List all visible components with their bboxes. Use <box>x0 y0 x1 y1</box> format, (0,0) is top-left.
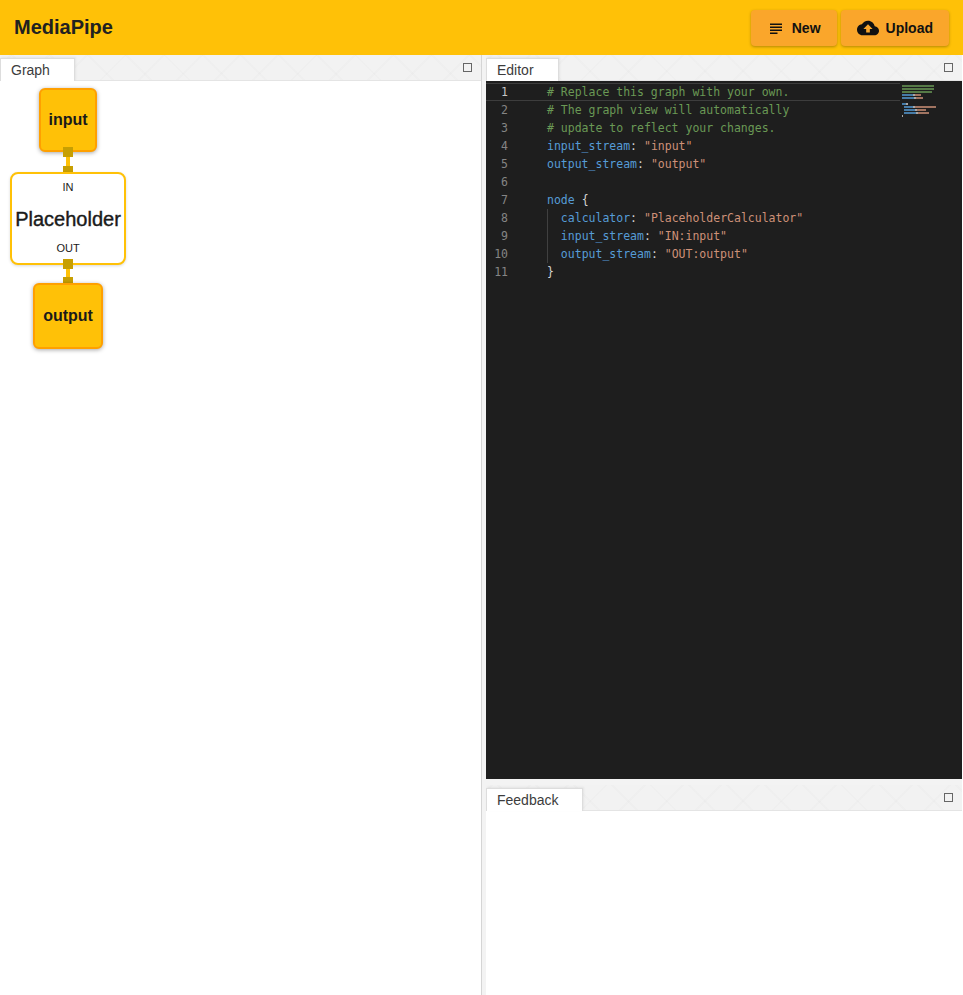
code-text: input_stream: "IN:input" <box>547 227 727 245</box>
tab-feedback-label: Feedback <box>497 792 558 808</box>
new-button-label: New <box>792 20 821 36</box>
port-connector <box>63 147 73 157</box>
line-number: 8 <box>486 209 508 227</box>
tab-graph[interactable]: Graph <box>0 58 75 81</box>
line-number: 9 <box>486 227 508 245</box>
placeholder-out-port: OUT <box>12 242 124 254</box>
graph-panel: Graph input IN Placeholder OUT output <box>0 55 482 995</box>
new-button[interactable]: New <box>751 10 837 46</box>
line-number: 5 <box>486 155 508 173</box>
code-text: output_stream: "OUT:output" <box>547 245 748 263</box>
graph-maximize-icon[interactable] <box>463 63 472 72</box>
line-number: 1 <box>486 84 508 100</box>
code-line[interactable]: 2 # The graph view will automatically <box>486 101 900 119</box>
tab-editor[interactable]: Editor <box>486 58 559 81</box>
code-line[interactable]: 7 node { <box>486 191 900 209</box>
code-line[interactable]: 6 <box>486 173 900 191</box>
graph-node-input[interactable]: input <box>39 88 97 152</box>
feedback-tabbar: Feedback <box>486 785 962 811</box>
main-content: Graph input IN Placeholder OUT output E <box>0 55 963 995</box>
feedback-maximize-icon[interactable] <box>944 793 953 802</box>
code-line[interactable]: 10 output_stream: "OUT:output" <box>486 245 900 263</box>
upload-button-label: Upload <box>886 20 933 36</box>
code-text: # Replace this graph with your own. <box>547 84 789 100</box>
line-number: 7 <box>486 191 508 209</box>
editor-tabbar: Editor <box>486 55 962 81</box>
placeholder-title: Placeholder <box>12 207 124 230</box>
code-editor[interactable]: 1 # Replace this graph with your own. 2 # T… <box>486 81 962 779</box>
code-text: } <box>547 263 554 281</box>
code-text: # update to reflect your changes. <box>547 119 775 137</box>
graph-tabbar: Graph <box>0 55 481 81</box>
header-actions: New Upload <box>751 10 949 46</box>
minimap[interactable] <box>902 85 942 118</box>
code-line[interactable]: 8 calculator: "PlaceholderCalculator" <box>486 209 900 227</box>
right-column: Editor 1 # Replace this graph with your o… <box>486 55 962 995</box>
feedback-content <box>486 811 962 995</box>
code-line[interactable]: 1 # Replace this graph with your own. <box>486 83 900 101</box>
port-connector <box>63 259 73 269</box>
tab-graph-label: Graph <box>11 62 50 78</box>
code-line[interactable]: 5 output_stream: "output" <box>486 155 900 173</box>
code-text: # The graph view will automatically <box>547 101 789 119</box>
code-line[interactable]: 9 input_stream: "IN:input" <box>486 227 900 245</box>
feedback-panel: Feedback <box>486 785 962 995</box>
tab-feedback[interactable]: Feedback <box>486 788 583 811</box>
editor-panel: Editor 1 # Replace this graph with your o… <box>486 55 962 779</box>
code-text: output_stream: "output" <box>547 155 706 173</box>
tab-editor-label: Editor <box>497 62 534 78</box>
graph-node-placeholder[interactable]: IN Placeholder OUT <box>10 172 126 265</box>
line-number: 6 <box>486 173 508 191</box>
line-number: 10 <box>486 245 508 263</box>
code-text: input_stream: "input" <box>547 137 692 155</box>
cloud-upload-icon <box>857 17 879 39</box>
code-text: calculator: "PlaceholderCalculator" <box>547 209 803 227</box>
placeholder-in-port: IN <box>12 181 124 193</box>
code-lines: 1 # Replace this graph with your own. 2 # T… <box>486 83 900 281</box>
upload-button[interactable]: Upload <box>841 10 949 46</box>
graph-node-output[interactable]: output <box>33 283 103 349</box>
code-line[interactable]: 3 # update to reflect your changes. <box>486 119 900 137</box>
graph-canvas[interactable]: input IN Placeholder OUT output <box>0 81 481 995</box>
line-number: 3 <box>486 119 508 137</box>
code-text: node { <box>547 191 589 209</box>
code-line[interactable]: 11} <box>486 263 900 281</box>
app-header: MediaPipe New Upload <box>0 0 963 55</box>
editor-maximize-icon[interactable] <box>944 63 953 72</box>
line-number: 2 <box>486 101 508 119</box>
app-title: MediaPipe <box>14 16 113 39</box>
list-icon <box>767 19 785 37</box>
line-number: 4 <box>486 137 508 155</box>
line-number: 11 <box>486 263 508 281</box>
code-line[interactable]: 4 input_stream: "input" <box>486 137 900 155</box>
